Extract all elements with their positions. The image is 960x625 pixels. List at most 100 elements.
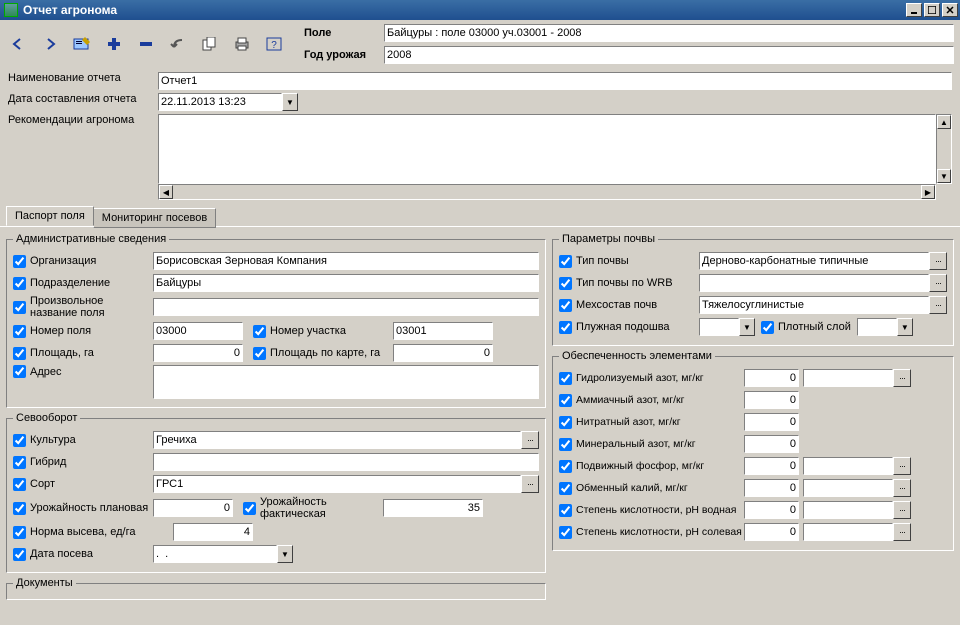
memo-vscroll[interactable]: ▲▼ (936, 114, 952, 184)
add-button[interactable] (102, 33, 126, 55)
element-code-input[interactable] (803, 501, 893, 519)
element-check[interactable] (559, 504, 572, 517)
element-value-input[interactable] (744, 479, 799, 497)
element-check[interactable] (559, 416, 572, 429)
recommendations-label: Рекомендации агронома (8, 114, 158, 126)
soil-type-input[interactable] (699, 252, 929, 270)
element-code-input[interactable] (803, 457, 893, 475)
element-value-input[interactable] (744, 457, 799, 475)
copy-button[interactable] (198, 33, 222, 55)
element-check[interactable] (559, 394, 572, 407)
area-input[interactable] (153, 344, 243, 362)
element-check[interactable] (559, 372, 572, 385)
arbitrary-name-input[interactable] (153, 298, 539, 316)
hardpan-check[interactable] (559, 321, 572, 334)
wrb-lookup[interactable]: ··· (929, 274, 947, 292)
element-value-input[interactable] (744, 391, 799, 409)
address-check[interactable] (13, 365, 26, 378)
harvest-year-input[interactable] (384, 46, 954, 64)
minimize-button[interactable] (906, 3, 922, 17)
element-code-lookup[interactable]: ··· (893, 501, 911, 519)
sow-date-input[interactable] (153, 545, 277, 563)
dense-layer-check[interactable] (761, 321, 774, 334)
yield-plan-label: Урожайность плановая (30, 502, 148, 514)
field-input[interactable] (384, 24, 954, 42)
maximize-button[interactable] (924, 3, 940, 17)
sow-date-dropdown[interactable]: ▼ (277, 545, 293, 563)
element-value-input[interactable] (744, 413, 799, 431)
org-check[interactable] (13, 255, 26, 268)
address-input[interactable] (153, 365, 539, 399)
recommendations-input[interactable] (158, 114, 936, 184)
area-check[interactable] (13, 347, 26, 360)
seed-rate-check[interactable] (13, 526, 26, 539)
hybrid-check[interactable] (13, 456, 26, 469)
nav-prev-button[interactable] (6, 33, 30, 55)
culture-check[interactable] (13, 434, 26, 447)
area-map-check[interactable] (253, 347, 266, 360)
element-check[interactable] (559, 460, 572, 473)
org-input[interactable] (153, 252, 539, 270)
arbitrary-name-check[interactable] (13, 301, 26, 314)
yield-plan-check[interactable] (13, 502, 26, 515)
yield-fact-input[interactable] (383, 499, 483, 517)
element-value-input[interactable] (744, 501, 799, 519)
element-code-input[interactable] (803, 369, 893, 387)
soil-type-check[interactable] (559, 255, 572, 268)
help-button[interactable]: ? (262, 33, 286, 55)
tab-passport[interactable]: Паспорт поля (6, 206, 94, 226)
element-code-lookup[interactable]: ··· (893, 457, 911, 475)
element-code-lookup[interactable]: ··· (893, 369, 911, 387)
undo-button[interactable] (166, 33, 190, 55)
hardpan-input[interactable] (699, 318, 739, 336)
seed-rate-input[interactable] (173, 523, 253, 541)
element-check[interactable] (559, 526, 572, 539)
remove-button[interactable] (134, 33, 158, 55)
nav-next-button[interactable] (38, 33, 62, 55)
field-label: Поле (304, 27, 384, 39)
sort-input[interactable] (153, 475, 521, 493)
report-date-input[interactable] (158, 93, 282, 111)
culture-input[interactable] (153, 431, 521, 449)
dense-layer-input[interactable] (857, 318, 897, 336)
report-name-input[interactable] (158, 72, 952, 90)
texture-check[interactable] (559, 299, 572, 312)
element-value-input[interactable] (744, 523, 799, 541)
dept-input[interactable] (153, 274, 539, 292)
element-code-input[interactable] (803, 523, 893, 541)
sort-lookup[interactable]: ··· (521, 475, 539, 493)
area-map-input[interactable] (393, 344, 493, 362)
hybrid-input[interactable] (153, 453, 539, 471)
field-no-input[interactable] (153, 322, 243, 340)
element-code-lookup[interactable]: ··· (893, 523, 911, 541)
element-value-input[interactable] (744, 369, 799, 387)
edit-button[interactable] (70, 33, 94, 55)
hardpan-dropdown[interactable]: ▼ (739, 318, 755, 336)
admin-legend: Административные сведения (13, 233, 169, 245)
dept-check[interactable] (13, 277, 26, 290)
memo-hscroll[interactable]: ◀▶ (158, 184, 936, 200)
print-button[interactable] (230, 33, 254, 55)
texture-lookup[interactable]: ··· (929, 296, 947, 314)
tab-monitoring[interactable]: Мониторинг посевов (93, 208, 216, 228)
plot-no-input[interactable] (393, 322, 493, 340)
element-check[interactable] (559, 438, 572, 451)
yield-fact-check[interactable] (243, 502, 256, 515)
texture-input[interactable] (699, 296, 929, 314)
sow-date-check[interactable] (13, 548, 26, 561)
dense-layer-dropdown[interactable]: ▼ (897, 318, 913, 336)
soil-type-lookup[interactable]: ··· (929, 252, 947, 270)
culture-lookup[interactable]: ··· (521, 431, 539, 449)
element-value-input[interactable] (744, 435, 799, 453)
report-date-dropdown[interactable]: ▼ (282, 93, 298, 111)
yield-plan-input[interactable] (153, 499, 233, 517)
element-check[interactable] (559, 482, 572, 495)
close-button[interactable] (942, 3, 958, 17)
plot-no-check[interactable] (253, 325, 266, 338)
element-code-lookup[interactable]: ··· (893, 479, 911, 497)
sort-check[interactable] (13, 478, 26, 491)
field-no-check[interactable] (13, 325, 26, 338)
wrb-check[interactable] (559, 277, 572, 290)
wrb-input[interactable] (699, 274, 929, 292)
element-code-input[interactable] (803, 479, 893, 497)
